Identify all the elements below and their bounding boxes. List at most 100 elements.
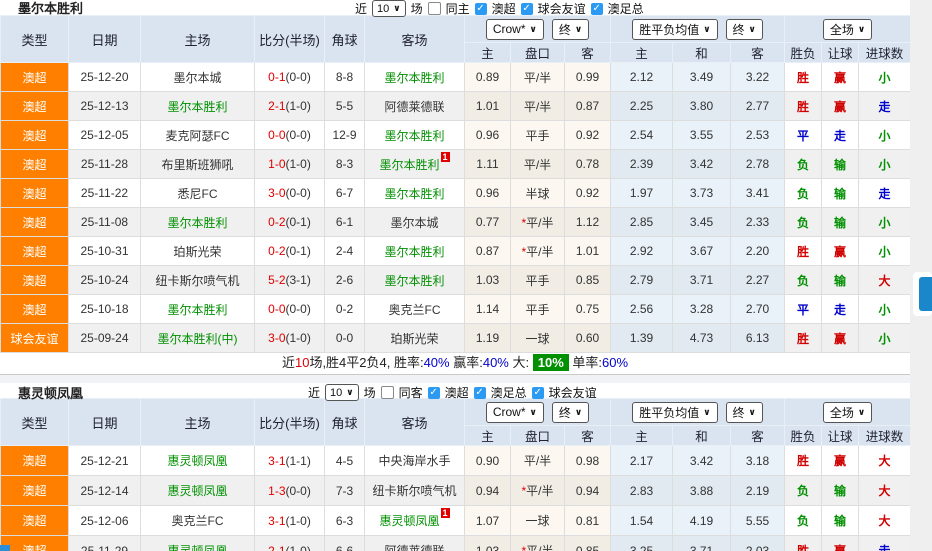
home-team-link[interactable]: 麦克阿瑟FC [140,120,255,150]
handicap-result-cell: 赢 [821,445,860,476]
league-type-badge[interactable]: 澳超 [0,445,69,476]
league-type-badge[interactable]: 澳超 [0,535,69,551]
away-team-link[interactable]: 墨尔本胜利 [364,265,465,295]
away-team-link[interactable]: 墨尔本胜利 [364,178,465,208]
col-header-date: 日期 [68,15,141,63]
home-team-link[interactable]: 惠灵顿凤凰 [140,475,255,506]
home-team-link[interactable]: 奥克兰FC [140,505,255,536]
same-venue-checkbox[interactable] [380,386,394,399]
league-type-badge[interactable]: 澳超 [0,265,69,295]
league-type-badge[interactable]: 澳超 [0,475,69,506]
odds-stage-select[interactable]: 终 ∨ [551,401,590,423]
avg-stage-select[interactable]: 终 ∨ [725,18,763,40]
odds-away: 0.85 [563,535,612,551]
home-team-link[interactable]: 悉尼FC [140,178,255,208]
league-type-badge[interactable]: 澳超 [0,294,69,324]
avg-draw-odds: 3.55 [672,120,732,150]
match-date: 25-12-20 [68,62,141,92]
league-type-badge[interactable]: 澳超 [0,91,69,121]
away-team-link[interactable]: 阿德莱德联 [364,535,465,551]
goals-result-cell: 走 [858,535,912,551]
avg-draw-odds: 3.45 [672,207,732,237]
match-date: 25-11-22 [68,178,141,208]
home-team-link[interactable]: 布里斯班狮吼 [140,149,255,179]
home-team-link[interactable]: 珀斯光荣 [140,236,255,266]
league-type-badge[interactable]: 澳超 [0,62,69,92]
avg-lose-odds: 2.70 [730,294,786,324]
handicap-line: *平/半 [510,236,565,266]
summary-single-rate: 60% [602,355,629,370]
avg-win-odds: 2.12 [610,62,674,92]
avg-draw-odds: 3.42 [672,149,732,179]
result-cell: 平 [784,294,823,324]
away-team-link[interactable]: 珀斯光荣 [364,323,465,353]
goals-result-cell: 小 [858,323,912,353]
home-team-link[interactable]: 纽卡斯尔喷气机 [140,265,255,295]
avg-win-odds: 2.56 [610,294,674,324]
home-team-link[interactable]: 惠灵顿凤凰 [140,445,255,476]
league-type-badge[interactable]: 澳超 [0,120,69,150]
away-team-link[interactable]: 惠灵顿凤凰1 [364,505,465,536]
same-venue-checkbox[interactable] [427,2,441,15]
away-team-link[interactable]: 中央海岸水手 [364,445,465,476]
away-team-link[interactable]: 墨尔本胜利 [364,236,465,266]
score: 0-2(0-1) [254,236,325,266]
league-type-badge[interactable]: 澳超 [0,178,69,208]
league-type-badge[interactable]: 澳超 [0,149,69,179]
home-team-link[interactable]: 墨尔本胜利(中) [140,323,255,353]
avg-stage-select[interactable]: 终 ∨ [725,401,763,423]
home-team-link[interactable]: 惠灵顿凤凰 [140,535,255,551]
league-type-badge[interactable]: 澳超 [0,236,69,266]
handicap-line: 半球 [510,178,565,208]
away-team-link[interactable]: 墨尔本胜利 [364,62,465,92]
odds-stage-select[interactable]: 终 ∨ [551,18,590,40]
goals-result-cell: 小 [858,207,912,237]
league-filter-label: 球会友谊 [537,2,586,16]
odds-provider-select[interactable]: Crow* ∨ [485,18,544,40]
away-team-link[interactable]: 奥克兰FC [364,294,465,324]
match-history-page: 墨尔本胜利 近 10 ∨ 场 同主 ✓ 澳超 ✓ 球会友谊 ✓ 澳足总 类型 日… [0,0,932,551]
recent-count-select[interactable]: 10 ∨ [325,384,359,401]
side-panel-tab[interactable] [919,277,932,311]
league-type-badge[interactable]: 球会友谊 [0,323,69,353]
score: 0-2(0-1) [254,207,325,237]
recent-count-select[interactable]: 10 ∨ [372,0,406,17]
avg-win-odds: 2.54 [610,120,674,150]
league-filter-checkbox[interactable]: ✓ [473,386,486,399]
odds-provider-select[interactable]: Crow* ∨ [485,401,544,423]
col-header-corner: 角球 [324,398,365,446]
col-header-home: 主场 [140,398,255,446]
result-cell: 负 [784,178,823,208]
games-label: 场 [363,386,376,400]
sub-header-result: 胜负 [784,42,823,63]
result-cell: 胜 [784,236,823,266]
scope-select[interactable]: 全场 ∨ [822,18,873,40]
away-team-link[interactable]: 阿德莱德联 [364,91,465,121]
league-filter-checkbox[interactable]: ✓ [474,2,487,15]
away-team-link[interactable]: 纽卡斯尔喷气机 [364,475,465,506]
away-team-link[interactable]: 墨尔本城 [364,207,465,237]
league-filter-checkbox[interactable]: ✓ [531,386,544,399]
avg-type-select[interactable]: 胜平负均值 ∨ [632,401,718,423]
away-team-link[interactable]: 墨尔本胜利 [364,120,465,150]
odds-away: 1.01 [563,236,612,266]
sub-header-avg-lose: 客 [730,425,786,446]
home-team-link[interactable]: 墨尔本胜利 [140,294,255,324]
league-filter-checkbox[interactable]: ✓ [590,2,603,15]
match-date: 25-11-28 [68,149,141,179]
away-team-link[interactable]: 墨尔本胜利1 [364,149,465,179]
league-filter-checkbox[interactable]: ✓ [520,2,533,15]
league-type-badge[interactable]: 澳超 [0,505,69,536]
scope-select[interactable]: 全场 ∨ [822,401,873,423]
bottom-left-float-button[interactable] [0,545,10,551]
avg-type-select[interactable]: 胜平负均值 ∨ [632,18,718,40]
home-team-link[interactable]: 墨尔本胜利 [140,207,255,237]
avg-win-odds: 1.39 [610,323,674,353]
same-venue-label: 同客 [398,386,423,400]
home-team-link[interactable]: 墨尔本城 [140,62,255,92]
league-type-badge[interactable]: 澳超 [0,207,69,237]
match-date: 25-12-14 [68,475,141,506]
league-filter-checkbox[interactable]: ✓ [427,386,440,399]
home-team-link[interactable]: 墨尔本胜利 [140,91,255,121]
goals-result-cell: 小 [858,62,912,92]
